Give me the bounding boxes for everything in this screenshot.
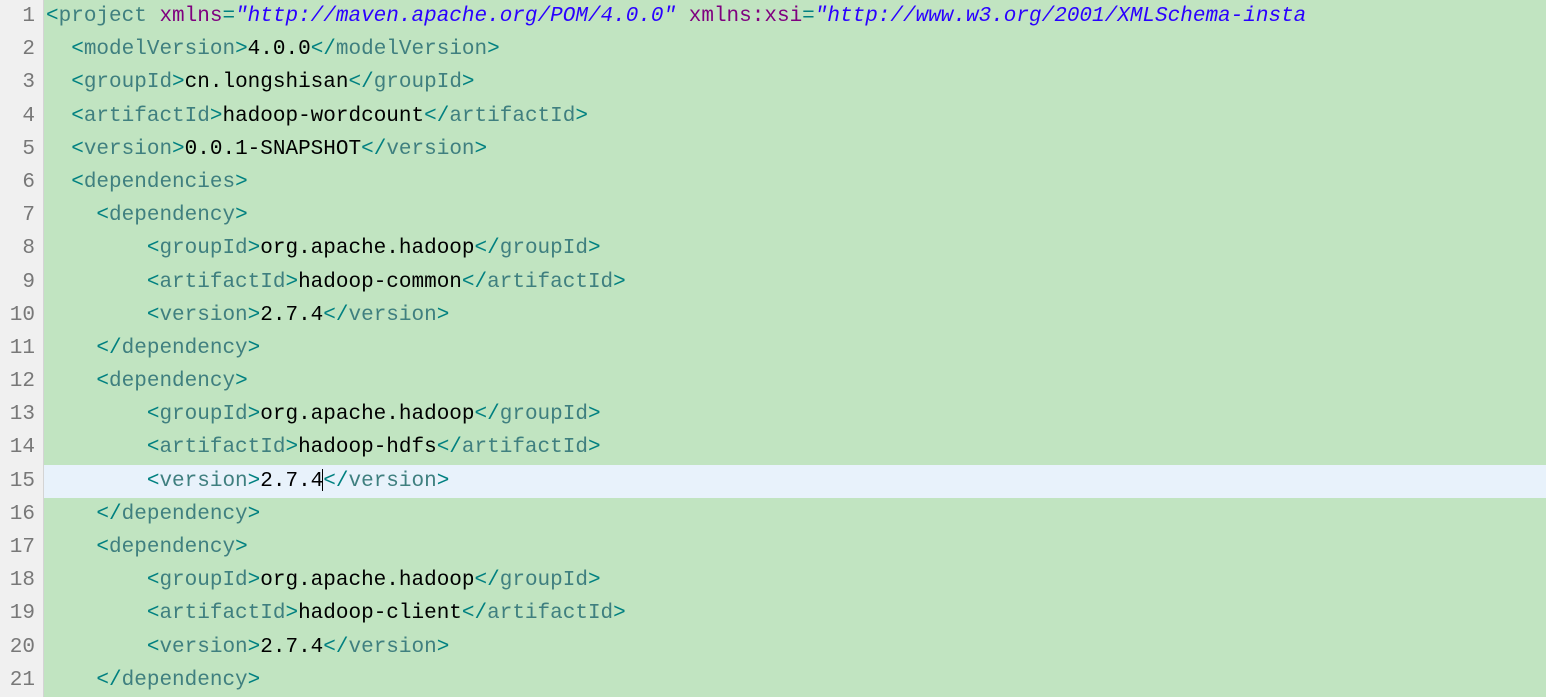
line-number: 21 [0,664,35,697]
code-line[interactable]: <project xmlns="http://maven.apache.org/… [44,0,1546,33]
xml-editor[interactable]: 1 2 3 4 5 6 7 8 9 10 11 12 13 14 15 16 1… [0,0,1546,697]
line-number: 16 [0,498,35,531]
code-line[interactable]: <dependencies> [44,166,1546,199]
line-number-gutter: 1 2 3 4 5 6 7 8 9 10 11 12 13 14 15 16 1… [0,0,44,697]
line-number: 7 [0,199,35,232]
code-line[interactable]: <artifactId>hadoop-common</artifactId> [44,266,1546,299]
code-line[interactable]: <version>0.0.1-SNAPSHOT</version> [44,133,1546,166]
line-number: 12 [0,365,35,398]
line-number: 14 [0,431,35,464]
code-line-current[interactable]: <version>2.7.4</version> [44,465,1546,498]
code-line[interactable]: <groupId>org.apache.hadoop</groupId> [44,232,1546,265]
line-number: 17 [0,531,35,564]
code-line[interactable]: <version>2.7.4</version> [44,631,1546,664]
line-number: 2 [0,33,35,66]
line-number: 5 [0,133,35,166]
line-number: 3 [0,66,35,99]
line-number: 9 [0,266,35,299]
code-line[interactable]: <artifactId>hadoop-client</artifactId> [44,597,1546,630]
line-number: 8 [0,232,35,265]
code-line[interactable]: <groupId>org.apache.hadoop</groupId> [44,564,1546,597]
code-line[interactable]: </dependency> [44,332,1546,365]
line-number: 6 [0,166,35,199]
code-line[interactable]: <modelVersion>4.0.0</modelVersion> [44,33,1546,66]
code-area[interactable]: <project xmlns="http://maven.apache.org/… [44,0,1546,697]
code-line[interactable]: <groupId>org.apache.hadoop</groupId> [44,398,1546,431]
line-number: 1 [0,0,35,33]
line-number: 13 [0,398,35,431]
code-line[interactable]: <dependency> [44,199,1546,232]
line-number: 10 [0,299,35,332]
code-line[interactable]: <artifactId>hadoop-hdfs</artifactId> [44,431,1546,464]
code-line[interactable]: </dependency> [44,664,1546,697]
line-number: 4 [0,100,35,133]
code-line[interactable]: <artifactId>hadoop-wordcount</artifactId… [44,100,1546,133]
line-number: 18 [0,564,35,597]
code-line[interactable]: <dependency> [44,365,1546,398]
line-number: 20 [0,631,35,664]
code-line[interactable]: <groupId>cn.longshisan</groupId> [44,66,1546,99]
line-number-current: 15 [0,465,35,498]
line-number: 19 [0,597,35,630]
code-line[interactable]: </dependency> [44,498,1546,531]
code-line[interactable]: <dependency> [44,531,1546,564]
line-number: 11 [0,332,35,365]
code-line[interactable]: <version>2.7.4</version> [44,299,1546,332]
